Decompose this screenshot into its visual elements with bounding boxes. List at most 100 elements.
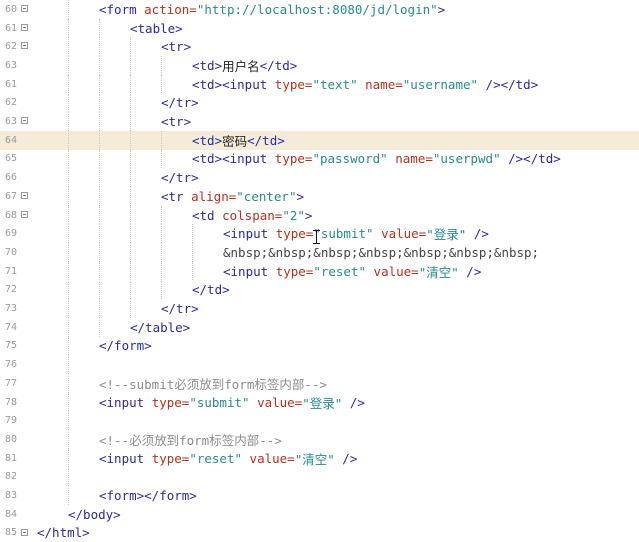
code-line[interactable]: 75 </form>: [0, 336, 639, 356]
code-token: "reset": [189, 450, 243, 466]
code-line[interactable]: 68 <td colspan= "2" >: [0, 205, 639, 225]
code-token: &nbsp;&nbsp;&nbsp;&nbsp;&nbsp;&nbsp;&nbs…: [223, 244, 540, 260]
code-token: type=: [274, 151, 313, 167]
indent-guides: [37, 168, 161, 187]
code-line[interactable]: 83 <form></form>: [0, 486, 639, 505]
line-number: 63: [4, 59, 17, 71]
code-line[interactable]: 65 <td><input type= "password" name= "userp…: [0, 149, 639, 169]
code-line[interactable]: 60 <form action= "http://localhost:8080/jd…: [0, 0, 639, 19]
indent-guides: [37, 392, 99, 412]
line-number: 85: [4, 527, 17, 539]
line-gutter: 81: [0, 449, 34, 468]
code-token: <td>: [192, 57, 223, 73]
line-gutter: 71: [0, 262, 34, 281]
code-token: "submit": [313, 226, 374, 242]
fold-toggle-icon[interactable]: [21, 5, 28, 12]
code-editor[interactable]: 60 <form action= "http://localhost:8080/jd…: [0, 0, 639, 541]
code-line[interactable]: 67 <tr align= "center" >: [0, 187, 639, 206]
code-line[interactable]: 71 <input type= "reset" value= "清空" />: [0, 261, 639, 281]
code-line[interactable]: 79: [0, 411, 639, 431]
code-line[interactable]: 85 </html>: [0, 524, 639, 542]
line-gutter: 62: [0, 94, 34, 113]
indent-guides: [37, 317, 130, 337]
indent-guides: [37, 187, 161, 206]
fold-toggle-icon[interactable]: [21, 210, 28, 218]
code-line[interactable]: 81 <input type= "reset" value= "清空" />: [0, 448, 639, 468]
line-number: 71: [4, 265, 17, 277]
fold-toggle-icon[interactable]: [21, 192, 28, 199]
line-gutter: 75: [0, 337, 34, 356]
code-line[interactable]: 61 <td><input type= "text" name= "username"…: [0, 74, 639, 94]
line-gutter: 70: [0, 243, 34, 262]
code-line[interactable]: 82: [0, 467, 639, 487]
code-token: align=: [191, 188, 237, 204]
code-line[interactable]: 61 <table>: [0, 18, 639, 38]
code-line[interactable]: 73 </tr>: [0, 299, 639, 318]
line-gutter: 76: [0, 355, 34, 374]
code-token: <tr: [161, 188, 192, 204]
line-number: 81: [4, 452, 17, 464]
line-number: 60: [4, 3, 17, 15]
code-token: "2": [282, 207, 305, 223]
code-line[interactable]: 77 <!--submit必须放到form标签内部-->: [0, 374, 639, 393]
line-gutter: 84: [0, 505, 34, 524]
code-token: >: [304, 207, 313, 223]
fold-toggle-icon[interactable]: [21, 528, 28, 536]
code-line[interactable]: 62 <tr>: [0, 37, 639, 57]
code-token: </form>: [99, 338, 152, 354]
code-token: />: [458, 263, 482, 279]
line-number: 66: [4, 172, 17, 184]
code-line[interactable]: 78 <input type= "submit" value= "登录" />: [0, 392, 639, 412]
code-line[interactable]: 62 </tr>: [0, 93, 639, 113]
code-line[interactable]: 76: [0, 355, 639, 374]
code-line[interactable]: 80 <!--必须放到form标签内部-->: [0, 430, 639, 449]
line-number: 69: [4, 228, 17, 240]
code-line[interactable]: 84 </body>: [0, 505, 639, 524]
code-line[interactable]: 64 <td> 密码 </td>: [0, 130, 639, 150]
code-token: <input: [99, 394, 152, 410]
fold-toggle-icon[interactable]: [21, 117, 28, 125]
code-token: name=: [395, 151, 433, 167]
code-token: value=: [249, 450, 295, 466]
fold-toggle-icon[interactable]: [21, 42, 28, 50]
line-number: 68: [4, 209, 17, 221]
line-number: 79: [4, 415, 17, 427]
indent-guides: [37, 74, 192, 94]
line-gutter: 67: [0, 187, 34, 206]
code-line[interactable]: 63 <td> 用户名 </td>: [0, 56, 639, 75]
code-line[interactable]: 74 </table>: [0, 317, 639, 337]
code-token: <td><input: [192, 151, 275, 167]
line-gutter: 83: [0, 486, 34, 505]
line-gutter: 80: [0, 430, 34, 449]
code-token: <td: [192, 207, 223, 223]
code-token: <input: [223, 263, 276, 279]
code-token: value=: [257, 394, 303, 410]
indent-guides: [37, 505, 68, 524]
code-token: <form: [99, 1, 145, 17]
code-token: colspan=: [222, 207, 283, 223]
line-number: 63: [4, 116, 17, 128]
code-token: </table>: [130, 319, 191, 335]
code-line[interactable]: 70 &nbsp;&nbsp;&nbsp;&nbsp;&nbsp;&nbsp;&n…: [0, 243, 639, 262]
fold-toggle-icon[interactable]: [21, 23, 28, 31]
indent-guides: [37, 486, 99, 505]
code-token: value=: [373, 263, 419, 279]
code-line[interactable]: 72 </td>: [0, 280, 639, 300]
line-gutter: 78: [0, 393, 34, 412]
indent-guides: [37, 37, 161, 57]
indent-guides: [37, 430, 99, 449]
code-line[interactable]: 66 </tr>: [0, 168, 639, 187]
line-gutter: 82: [0, 468, 34, 487]
line-gutter: 79: [0, 411, 34, 430]
indent-guides: [37, 467, 99, 487]
code-token: "userpwd": [432, 151, 501, 167]
code-line[interactable]: 63 <tr>: [0, 112, 639, 131]
line-number: 84: [4, 508, 17, 520]
line-number: 65: [4, 153, 17, 165]
code-token: value=: [381, 226, 427, 242]
code-token: <tr>: [161, 39, 192, 55]
code-token: type=: [151, 450, 190, 466]
code-token: </html>: [37, 525, 90, 541]
indent-guides: [37, 336, 99, 356]
